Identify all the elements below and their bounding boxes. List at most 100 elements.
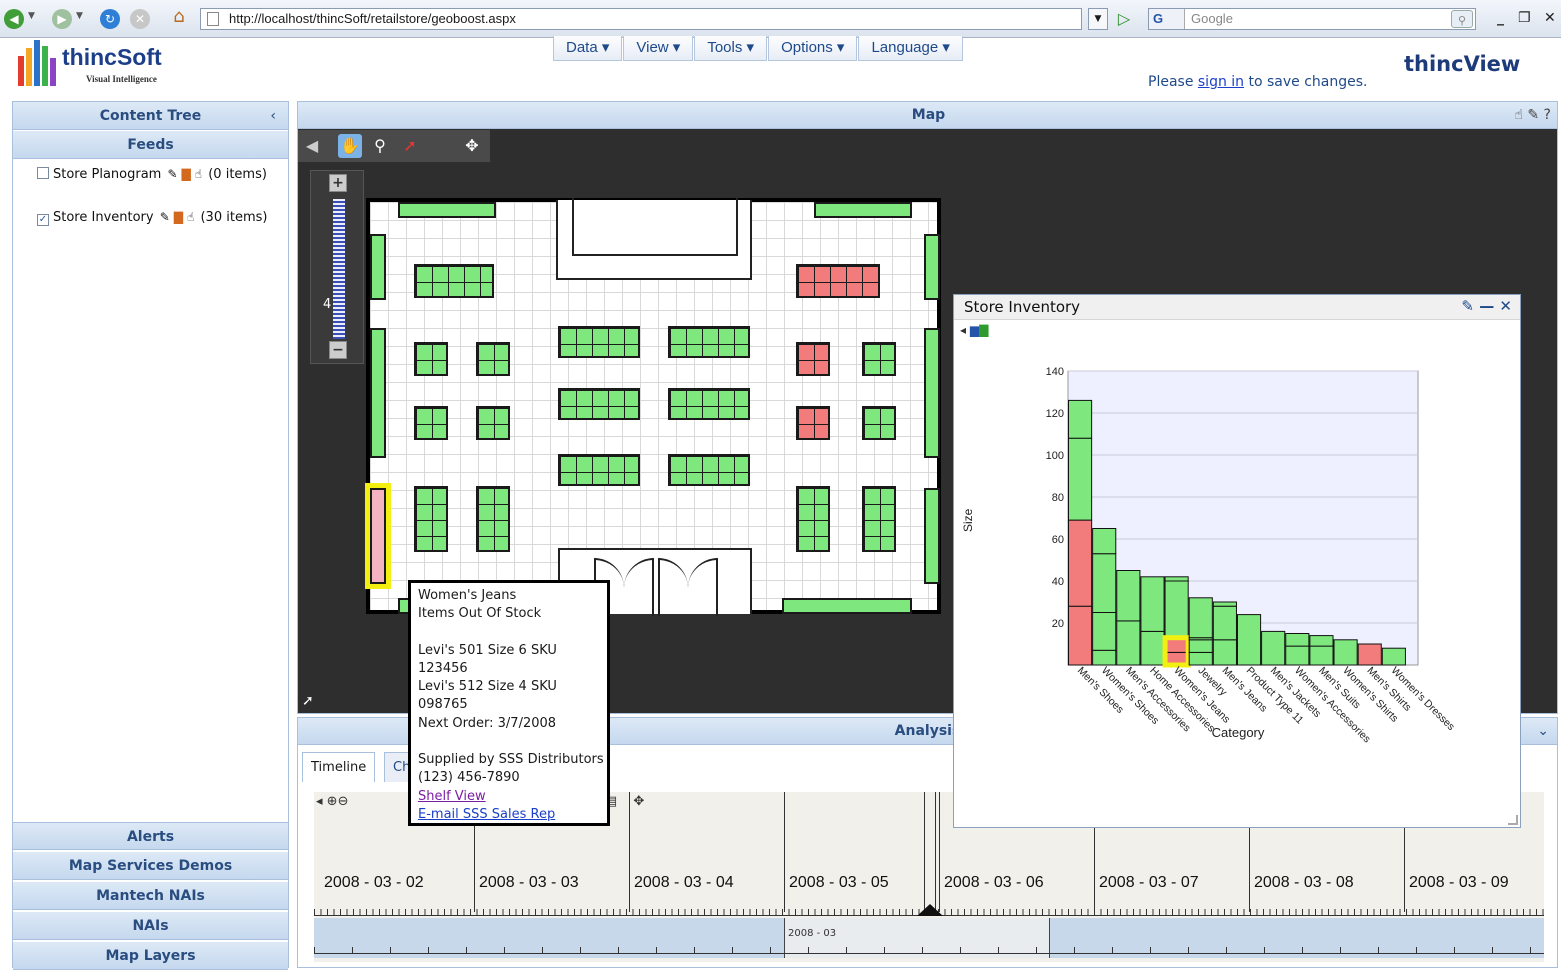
wall-shelf-top-right[interactable]: [814, 202, 912, 218]
signin-link[interactable]: sign in: [1198, 74, 1244, 90]
forward-arrow-icon[interactable]: ▶: [52, 9, 72, 29]
fixture-c1[interactable]: [414, 342, 448, 376]
wall-shelf-right-2[interactable]: [924, 328, 940, 458]
hand-icon[interactable]: ☝: [195, 165, 202, 184]
feed-item-store-planogram[interactable]: Store Planogram ✎ ▇ ☝ (0 items): [37, 165, 277, 184]
zoom-slider[interactable]: + 4 −: [310, 170, 364, 364]
content-tree-header[interactable]: Content Tree ‹: [13, 102, 288, 130]
edit-pencil-icon[interactable]: ✎: [160, 208, 170, 227]
chart-icon[interactable]: ▇: [174, 208, 183, 227]
wall-shelf-womens-jeans-selected[interactable]: [365, 483, 391, 589]
fixture-c6[interactable]: [862, 406, 896, 440]
pan-hand-icon[interactable]: ✋: [338, 134, 362, 158]
close-button[interactable]: ✕: [1544, 10, 1556, 26]
feed-item-store-inventory[interactable]: ✓ Store Inventory ✎ ▇ ☝ (30 items): [37, 208, 297, 227]
zoom-track[interactable]: [333, 199, 345, 339]
stop-icon[interactable]: ✕: [130, 9, 150, 29]
mantech-nais-header[interactable]: Mantech NAIs: [13, 882, 288, 910]
timeline-zoom-in-icon[interactable]: ⊕: [327, 794, 338, 809]
content-tree-panel: Content Tree ‹ Feeds Store Planogram ✎ ▇ ☝…: [12, 101, 289, 970]
timeline-back-icon[interactable]: ◂: [316, 794, 323, 809]
fixture-out-of-stock-2[interactable]: [796, 342, 830, 376]
minimize-button[interactable]: _: [1497, 10, 1504, 26]
wall-shelf-bottom-right[interactable]: [782, 598, 912, 614]
url-text: http://localhost/thincSoft/retailstore/g…: [229, 11, 516, 26]
chart-window-controls[interactable]: ✎ — ✕: [1461, 297, 1512, 315]
timeline-zoom-out-icon[interactable]: ⊖: [338, 794, 349, 809]
collapse-toolbar-icon[interactable]: ◀: [300, 134, 324, 158]
edit-pencil-icon[interactable]: ✎: [167, 165, 177, 184]
fixture-b4[interactable]: [668, 388, 750, 420]
search-input[interactable]: G Google ⚲: [1148, 8, 1476, 30]
address-bar[interactable]: http://localhost/thincSoft/retailstore/g…: [200, 8, 1082, 30]
restore-button[interactable]: ❐: [1518, 10, 1531, 26]
fixture-d4[interactable]: [862, 486, 896, 552]
x-axis-label: Category: [1212, 725, 1265, 740]
select-pointer-icon[interactable]: ➚: [398, 134, 422, 158]
expand-arrow-icon[interactable]: ➚: [302, 693, 318, 709]
nais-header[interactable]: NAIs: [13, 912, 288, 940]
fixture-out-of-stock-3[interactable]: [796, 406, 830, 440]
fixture-c5[interactable]: [476, 406, 510, 440]
back-dropdown-icon[interactable]: ▼: [28, 11, 35, 21]
store-inventory-chart-window[interactable]: Store Inventory ✎ — ✕ ◂ ▆▇ 20 40 60 80 100 12…: [953, 294, 1521, 828]
refresh-icon[interactable]: ↻: [100, 9, 120, 29]
fixture-out-of-stock-1[interactable]: [796, 264, 880, 298]
zoom-out-button[interactable]: −: [329, 341, 347, 359]
bar-segment: [1140, 630, 1165, 666]
back-arrow-icon[interactable]: ◀: [4, 9, 24, 29]
fixture-c4[interactable]: [414, 406, 448, 440]
menu-options[interactable]: Options ▾: [768, 36, 858, 61]
analysis-collapse-icon[interactable]: ⌄: [1537, 718, 1549, 745]
fixture-b3[interactable]: [558, 388, 640, 420]
fixture-d2[interactable]: [476, 486, 510, 552]
timeline-cursor[interactable]: [924, 792, 936, 916]
tab-timeline[interactable]: Timeline: [302, 752, 376, 782]
wall-shelf-right-3[interactable]: [924, 488, 940, 584]
shelf-view-link[interactable]: Shelf View: [418, 788, 600, 806]
map-header-tools[interactable]: ☝ ✎ ?: [1514, 102, 1551, 129]
resize-handle-icon[interactable]: [1508, 815, 1518, 825]
feeds-header[interactable]: Feeds: [13, 131, 288, 159]
thincsoft-logo: thincSoft Visual Intelligence: [14, 40, 194, 92]
fixture-b6[interactable]: [668, 454, 750, 486]
address-dropdown-icon[interactable]: ▼: [1088, 8, 1108, 30]
wall-shelf-left-1[interactable]: [370, 234, 386, 300]
fixture-c3[interactable]: [862, 342, 896, 376]
fixture-b2[interactable]: [668, 326, 750, 358]
collapse-left-icon[interactable]: ‹: [270, 102, 276, 130]
menu-language[interactable]: Language ▾: [858, 36, 963, 61]
menu-tools[interactable]: Tools ▾: [694, 36, 768, 61]
go-arrow-icon[interactable]: ▷: [1112, 8, 1136, 30]
chart-icon[interactable]: ▇: [182, 165, 191, 184]
fixture-a1[interactable]: [414, 264, 494, 298]
email-sales-rep-link[interactable]: E-mail SSS Sales Rep: [418, 806, 600, 824]
search-icon[interactable]: ⚲: [1451, 10, 1473, 28]
wall-shelf-left-2[interactable]: [370, 328, 386, 458]
menu-view[interactable]: View ▾: [623, 36, 694, 61]
fixture-d1[interactable]: [414, 486, 448, 552]
zoom-magnifier-icon[interactable]: ⚲: [368, 134, 392, 158]
fixture-c2[interactable]: [476, 342, 510, 376]
search-engine-selector[interactable]: G: [1149, 9, 1185, 29]
timeline-overview[interactable]: 2008 - 03: [314, 918, 1544, 958]
wall-shelf-right-1[interactable]: [924, 234, 940, 300]
home-icon[interactable]: ⌂: [168, 7, 190, 29]
menu-data[interactable]: Data ▾: [553, 36, 623, 61]
fixture-b1[interactable]: [558, 326, 640, 358]
zoom-in-button[interactable]: +: [329, 174, 347, 192]
forward-dropdown-icon[interactable]: ▼: [76, 11, 83, 21]
chart-title-bar[interactable]: Store Inventory ✎ — ✕: [954, 295, 1520, 320]
hand-icon[interactable]: ☝: [187, 208, 194, 227]
alerts-header[interactable]: Alerts: [13, 822, 288, 850]
wall-shelf-top-left[interactable]: [398, 202, 496, 218]
store-planogram-checkbox[interactable]: [37, 167, 49, 179]
timeline-cursor-handle[interactable]: [917, 904, 943, 916]
map-services-demos-header[interactable]: Map Services Demos: [13, 852, 288, 880]
move-arrows-icon[interactable]: ✥: [460, 134, 484, 158]
timeline-move-icon[interactable]: ✥: [633, 794, 644, 809]
store-inventory-checkbox[interactable]: ✓: [37, 214, 49, 226]
fixture-b5[interactable]: [558, 454, 640, 486]
fixture-d3[interactable]: [796, 486, 830, 552]
map-layers-header[interactable]: Map Layers: [13, 942, 288, 970]
